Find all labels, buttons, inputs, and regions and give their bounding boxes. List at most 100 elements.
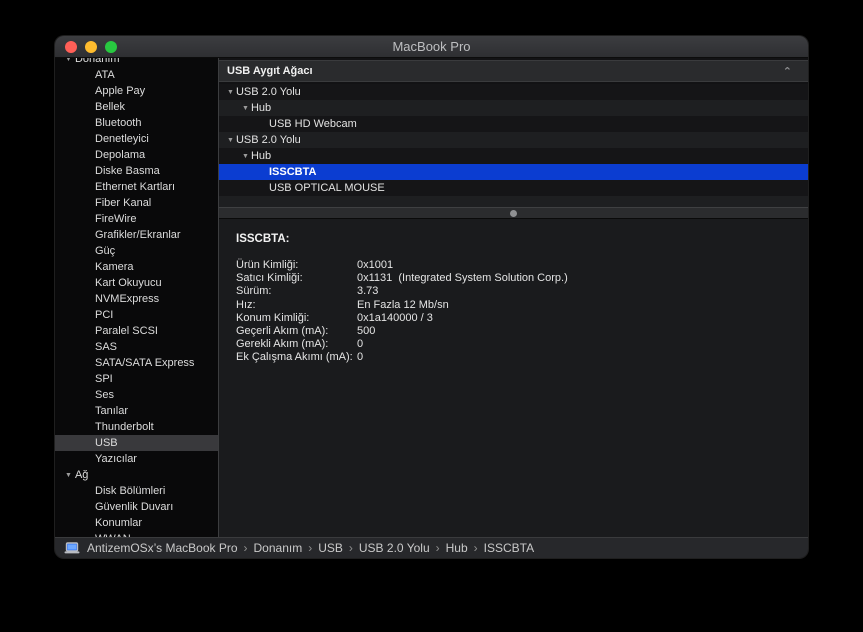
tree-row-usb-hd-webcam[interactable]: USB HD Webcam [219,116,808,132]
sidebar-item-thunderbolt[interactable]: Thunderbolt [55,419,218,435]
tree-row-label: Hub [251,150,271,162]
sidebar-item-g-[interactable]: Güç [55,243,218,259]
breadcrumb: AntizemOSx’s MacBook Pro›Donanım›USB›USB… [87,539,534,557]
detail-field-value: 0 [357,351,363,364]
sidebar-item-wwan[interactable]: WWAN [55,531,218,537]
breadcrumb-separator: › [430,541,446,555]
tree-row-hub[interactable]: ▼Hub [219,100,808,116]
breadcrumb-separator: › [238,541,254,555]
tree-row-isscbta[interactable]: ISSCBTA [219,164,808,180]
sidebar-item-paralel-scsi[interactable]: Paralel SCSI [55,323,218,339]
tree-row-label: USB OPTICAL MOUSE [269,182,385,194]
sidebar-item-firewire[interactable]: FireWire [55,211,218,227]
sidebar-item-fiber-kanal[interactable]: Fiber Kanal [55,195,218,211]
traffic-lights [65,41,117,53]
sidebar-item-yaz-c-lar[interactable]: Yazıcılar [55,451,218,467]
detail-field-value: 0 [357,338,363,351]
usb-tree-header[interactable]: USB Aygıt Ağacı ⌃ [219,60,808,82]
tree-row-usb-2-0-yolu[interactable]: ▼USB 2.0 Yolu [219,132,808,148]
breadcrumb-segment[interactable]: USB 2.0 Yolu [359,541,430,555]
tree-row-usb-optical-mouse[interactable]: USB OPTICAL MOUSE [219,180,808,196]
tree-row-empty[interactable] [219,196,808,207]
sidebar-item-apple-pay[interactable]: Apple Pay [55,83,218,99]
disclosure-triangle-icon[interactable]: ▼ [242,101,249,117]
detail-field-label: Ek Çalışma Akımı (mA): [236,351,357,364]
disclosure-triangle-icon[interactable]: ▼ [227,133,234,149]
disclosure-triangle-icon[interactable]: ▼ [227,85,234,101]
minimize-button[interactable] [85,41,97,53]
sidebar-item-tan-lar[interactable]: Tanılar [55,403,218,419]
window-title: MacBook Pro [55,36,808,58]
breadcrumb-segment[interactable]: USB [318,541,343,555]
category-sidebar: ▼DonanımATAApple PayBellekBluetoothDenet… [55,58,219,537]
sidebar-item-disk-b-l-mleri[interactable]: Disk Bölümleri [55,483,218,499]
detail-field: Konum Kimliği:0x1a140000 / 3 [236,312,808,325]
desktop-background: MacBook Pro ▼DonanımATAApple PayBellekBl… [0,0,863,632]
sidebar-item-g-venlik-duvar-[interactable]: Güvenlik Duvarı [55,499,218,515]
tree-row-hub[interactable]: ▼Hub [219,148,808,164]
sidebar-item-kart-okuyucu[interactable]: Kart Okuyucu [55,275,218,291]
system-information-window: MacBook Pro ▼DonanımATAApple PayBellekBl… [55,36,808,558]
sidebar-item-spi[interactable]: SPI [55,371,218,387]
titlebar[interactable]: MacBook Pro [55,36,808,58]
collapse-chevron-icon[interactable]: ⌃ [783,65,800,78]
detail-field-label: Gerekli Akım (mA): [236,338,357,351]
breadcrumb-segment[interactable]: ISSCBTA [484,541,534,555]
usb-device-tree: ▼USB 2.0 Yolu▼HubUSB HD Webcam▼USB 2.0 Y… [219,84,808,207]
tree-row-usb-2-0-yolu[interactable]: ▼USB 2.0 Yolu [219,84,808,100]
detail-field-value: 3.73 [357,285,378,298]
laptop-icon [64,542,80,555]
splitter-grip-icon[interactable] [510,210,517,217]
breadcrumb-segment[interactable]: Hub [446,541,468,555]
sidebar-item-sata-sata-express[interactable]: SATA/SATA Express [55,355,218,371]
detail-field: Ürün Kimliği:0x1001 [236,259,808,272]
sidebar-item-bluetooth[interactable]: Bluetooth [55,115,218,131]
detail-field-label: Geçerli Akım (mA): [236,325,357,338]
disclosure-triangle-icon[interactable]: ▼ [65,58,72,67]
disclosure-triangle-icon[interactable]: ▼ [65,468,72,483]
disclosure-triangle-icon[interactable]: ▼ [242,149,249,165]
sidebar-item-pci[interactable]: PCI [55,307,218,323]
close-button[interactable] [65,41,77,53]
detail-field: Sürüm:3.73 [236,285,808,298]
sidebar-item-nvmexpress[interactable]: NVMExpress [55,291,218,307]
detail-field: Geçerli Akım (mA):500 [236,325,808,338]
detail-field-label: Satıcı Kimliği: [236,272,357,285]
tree-row-label: Hub [251,102,271,114]
sidebar-item-grafikler-ekranlar[interactable]: Grafikler/Ekranlar [55,227,218,243]
tree-row-label: USB 2.0 Yolu [236,134,301,146]
sidebar-item-sas[interactable]: SAS [55,339,218,355]
sidebar-item-konumlar[interactable]: Konumlar [55,515,218,531]
sidebar-item-ata[interactable]: ATA [55,67,218,83]
sidebar-item-kamera[interactable]: Kamera [55,259,218,275]
detail-field-label: Sürüm: [236,285,357,298]
detail-field-value: 500 [357,325,375,338]
sidebar-section-label: Ağ [75,469,88,481]
breadcrumb-segment[interactable]: Donanım [254,541,303,555]
breadcrumb-separator: › [302,541,318,555]
detail-field: Gerekli Akım (mA):0 [236,338,808,351]
sidebar-item-depolama[interactable]: Depolama [55,147,218,163]
detail-field: Satıcı Kimliği:0x1131 (Integrated System… [236,272,808,285]
detail-field-label: Ürün Kimliği: [236,259,357,272]
zoom-button[interactable] [105,41,117,53]
sidebar-section-ağ[interactable]: ▼Ağ [55,467,218,483]
sidebar-item-denetleyici[interactable]: Denetleyici [55,131,218,147]
pane-splitter[interactable] [219,207,808,219]
usb-tree-header-label: USB Aygıt Ağacı [227,65,783,77]
detail-field-label: Konum Kimliği: [236,312,357,325]
sidebar-item-diske-basma[interactable]: Diske Basma [55,163,218,179]
sidebar-item-ses[interactable]: Ses [55,387,218,403]
detail-field-value: En Fazla 12 Mb/sn [357,299,449,312]
breadcrumb-separator: › [343,541,359,555]
sidebar-item-usb[interactable]: USB [55,435,218,451]
sidebar-section-donanım[interactable]: ▼Donanım [55,58,218,67]
detail-field: Ek Çalışma Akımı (mA):0 [236,351,808,364]
tree-row-label: USB 2.0 Yolu [236,86,301,98]
device-details-fields: Ürün Kimliği:0x1001Satıcı Kimliği:0x1131… [236,259,808,365]
sidebar-item-ethernet-kartlar-[interactable]: Ethernet Kartları [55,179,218,195]
sidebar-item-bellek[interactable]: Bellek [55,99,218,115]
tree-row-label: ISSCBTA [269,166,316,178]
breadcrumb-segment[interactable]: AntizemOSx’s MacBook Pro [87,541,238,555]
device-details-pane: ISSCBTA: Ürün Kimliği:0x1001Satıcı Kimli… [219,219,808,537]
